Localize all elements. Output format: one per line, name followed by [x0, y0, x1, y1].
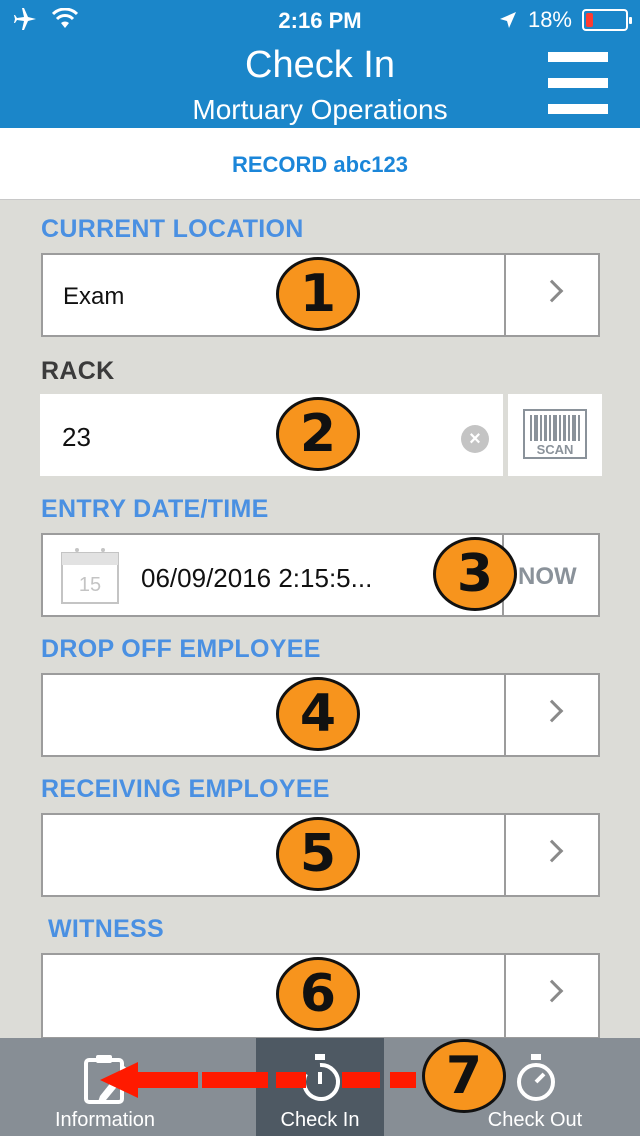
- badge-4: 4: [276, 677, 360, 751]
- chevron-right-icon: [540, 279, 564, 303]
- witness-chevron-button[interactable]: [504, 955, 598, 1037]
- current-location-label: CURRENT LOCATION: [41, 215, 304, 243]
- stopwatch-icon: [517, 1054, 555, 1101]
- calendar-icon: 15: [61, 548, 119, 604]
- hamburger-menu-icon[interactable]: [548, 52, 608, 116]
- svg-text:15: 15: [79, 574, 101, 596]
- record-bar: RECORD abc123: [0, 128, 640, 200]
- page-subtitle: Mortuary Operations: [192, 94, 448, 125]
- rack-label: RACK: [41, 357, 115, 385]
- barcode-icon: SCAN: [523, 409, 587, 459]
- chevron-right-icon: [540, 839, 564, 863]
- rack-value: 23: [62, 422, 91, 452]
- current-location-value: Exam: [63, 283, 125, 310]
- badge-6: 6: [276, 957, 360, 1031]
- record-label: RECORD abc123: [231, 152, 409, 177]
- battery-percent: 18%: [527, 7, 572, 32]
- app-header: 2:16 PM 18% Check In Mortuary Operations: [0, 0, 640, 128]
- arrow-annotation: [100, 1062, 442, 1098]
- drop-off-employee-label: DROP OFF EMPLOYEE: [41, 635, 321, 663]
- drop-off-employee-chevron-button[interactable]: [504, 675, 598, 755]
- badge-2: 2: [276, 397, 360, 471]
- svg-text:SCAN: SCAN: [537, 442, 574, 457]
- receiving-employee-chevron-button[interactable]: [504, 815, 598, 895]
- entry-datetime-value: 06/09/2016 2:15:5...: [141, 563, 373, 593]
- location-arrow-icon: [499, 12, 516, 28]
- page-title: Check In: [245, 44, 395, 86]
- rack-input[interactable]: 23 ×: [40, 394, 503, 476]
- battery-icon: [582, 9, 632, 31]
- badge-7: 7: [422, 1039, 506, 1113]
- chevron-right-icon: [540, 979, 564, 1003]
- status-bar: 2:16 PM 18%: [0, 0, 640, 40]
- badge-1: 1: [276, 257, 360, 331]
- entry-datetime-label: ENTRY DATE/TIME: [41, 495, 269, 523]
- scan-barcode-button[interactable]: SCAN: [508, 394, 602, 476]
- current-location-chevron-button[interactable]: [504, 255, 598, 335]
- witness-label: WITNESS: [48, 915, 164, 943]
- badge-3: 3: [433, 537, 517, 611]
- chevron-right-icon: [540, 699, 564, 723]
- badge-5: 5: [276, 817, 360, 891]
- clear-icon[interactable]: ×: [461, 425, 489, 453]
- receiving-employee-label: RECEIVING EMPLOYEE: [41, 775, 330, 803]
